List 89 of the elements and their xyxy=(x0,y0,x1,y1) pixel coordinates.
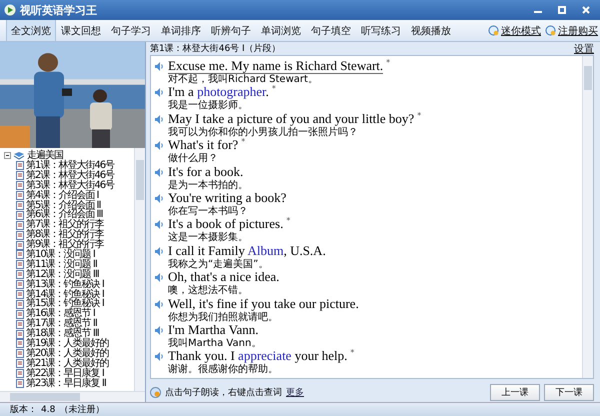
chinese-translation: 我是一位摄影师。 xyxy=(168,100,249,112)
english-sentence[interactable]: I'm Martha Vann. xyxy=(168,322,259,338)
tab[interactable]: 课文回想 xyxy=(56,20,106,41)
speaker-icon[interactable] xyxy=(155,352,164,362)
tree-item[interactable]: 第5课：介绍会面 II xyxy=(26,200,100,211)
english-sentence[interactable]: You're writing a book? xyxy=(168,190,286,206)
speaker-icon[interactable] xyxy=(155,168,164,177)
maximize-icon[interactable] xyxy=(558,6,566,14)
tree-item[interactable]: 第3课：林登大街46号 xyxy=(26,180,114,191)
asterisk-mark: * xyxy=(272,84,276,94)
english-sentence[interactable]: It's for a book. xyxy=(168,164,244,180)
speaker-icon[interactable] xyxy=(155,194,164,203)
settings-link[interactable]: 设置 xyxy=(574,42,594,56)
tree-item[interactable]: 走遍美国 xyxy=(27,150,63,160)
speaker-icon[interactable] xyxy=(155,114,164,124)
lesson-title: 第1课：林登大街46号 I（片段） xyxy=(150,42,281,55)
speaker-icon[interactable] xyxy=(155,326,164,335)
asterisk-mark: * xyxy=(417,110,422,120)
chinese-translation: 谢谢。很感谢你的帮助。 xyxy=(168,364,279,376)
speaker-icon[interactable] xyxy=(155,141,164,150)
tree-item[interactable]: 第13课：钓鱼秘诀 I xyxy=(26,280,104,290)
tab[interactable]: 视频播放 xyxy=(406,20,456,41)
asterisk-mark: * xyxy=(386,58,390,67)
tip-icon xyxy=(150,386,161,398)
version-label: 版本： xyxy=(10,404,37,416)
nav-button[interactable]: 上一课 xyxy=(490,384,540,401)
more-link[interactable]: 更多 xyxy=(286,386,304,399)
version-number: 4.8 xyxy=(41,404,56,414)
scrollbar[interactable] xyxy=(582,56,593,378)
chinese-translation: 做什么用？ xyxy=(168,153,219,166)
tree-item[interactable]: 第23课：早日康复 II xyxy=(26,378,106,389)
english-sentence[interactable]: Oh, that's a nice idea. xyxy=(168,270,280,286)
english-sentence[interactable]: Thank you. I appreciate your help. xyxy=(168,349,348,364)
tree-item[interactable]: 第12课：没问题 III xyxy=(26,270,99,280)
app-logo-icon xyxy=(4,4,16,16)
close-icon[interactable] xyxy=(582,6,590,14)
speaker-icon[interactable] xyxy=(155,220,164,230)
chinese-translation: 我可以为你和你的小男孩儿拍一张照片吗？ xyxy=(168,126,359,138)
disc-icon xyxy=(488,25,499,36)
asterisk-mark: * xyxy=(286,216,290,226)
tab[interactable]: 句子填空 xyxy=(306,20,356,41)
collapse-icon[interactable] xyxy=(4,152,11,159)
tree-item[interactable]: 第4课：介绍会面 I xyxy=(26,190,98,201)
hint-text: 点击句子朗读，右键点击查词 xyxy=(165,386,282,399)
tree-item[interactable]: 第11课：没问题 II xyxy=(26,260,97,270)
nav-button[interactable]: 下一课 xyxy=(544,384,594,401)
horizontal-scrollbar[interactable] xyxy=(0,391,145,402)
tree-item[interactable]: 第1课：林登大街46号 xyxy=(26,160,114,171)
scrollbar[interactable] xyxy=(134,148,145,391)
tab[interactable]: 单词浏览 xyxy=(256,20,306,41)
english-sentence[interactable]: What's it for? xyxy=(168,138,238,154)
toolbar-link[interactable]: 迷你模式 xyxy=(486,20,543,41)
asterisk-mark: * xyxy=(350,348,354,358)
tree-item[interactable]: 第10课：没问题 I xyxy=(26,250,95,260)
english-sentence[interactable]: I'm a photographer. xyxy=(168,85,269,100)
chinese-translation: 噢，这想法不错。 xyxy=(168,285,249,298)
speaker-icon[interactable] xyxy=(155,88,164,98)
chinese-translation: 你在写一本书吗？ xyxy=(168,206,249,218)
speaker-icon[interactable] xyxy=(155,300,164,309)
speaker-icon[interactable] xyxy=(155,273,164,282)
speaker-icon[interactable] xyxy=(155,62,164,71)
asterisk-mark: * xyxy=(241,137,246,146)
english-sentence[interactable]: May I take a picture of you and your little boy? xyxy=(168,112,414,127)
tab[interactable]: 全文浏览 xyxy=(6,20,56,41)
chinese-translation: 我称之为“走遍美国”。 xyxy=(168,258,270,271)
chinese-translation: 这是一本摄影集。 xyxy=(168,232,249,244)
english-sentence[interactable]: Excuse me. My name is Richard Stewart. xyxy=(168,59,384,74)
tab[interactable]: 听写练习 xyxy=(356,20,406,41)
tab[interactable]: 句子学习 xyxy=(106,20,156,41)
tree-item[interactable]: 第9课：祖父的行李 xyxy=(26,240,104,250)
tab[interactable]: 听辨句子 xyxy=(206,20,256,41)
tree-item[interactable]: 第21课：人类最好的 xyxy=(26,358,109,369)
chinese-translation: 你想为我们拍照就请吧。 xyxy=(168,312,279,324)
english-sentence[interactable]: I call it Family Album, U.S.A. xyxy=(168,244,326,259)
speaker-icon[interactable] xyxy=(155,246,164,256)
registration-status: （未注册） xyxy=(59,404,104,416)
window-title: 视听英语学习王 xyxy=(20,2,98,18)
tree-item[interactable]: 第2课：林登大街46号 xyxy=(26,170,114,181)
chinese-translation: 对不起，我叫Richard Stewart。 xyxy=(168,74,319,85)
toolbar-link[interactable]: 注册购买 xyxy=(543,20,600,41)
chinese-translation: 是为一本书拍的。 xyxy=(168,180,248,192)
chinese-translation: 我叫Martha Vann。 xyxy=(168,338,262,350)
disc-icon xyxy=(545,25,556,36)
tree-item[interactable]: 第20课：人类最好的 xyxy=(26,348,109,359)
english-sentence[interactable]: Well, it's fine if you take our picture. xyxy=(168,296,359,312)
tab[interactable]: 单词排序 xyxy=(156,20,206,41)
english-sentence[interactable]: It's a book of pictures. xyxy=(168,217,284,232)
tree-item[interactable]: 第19课：人类最好的 xyxy=(26,338,109,349)
tree-item[interactable]: 第22课：早日康复 I xyxy=(26,368,104,379)
